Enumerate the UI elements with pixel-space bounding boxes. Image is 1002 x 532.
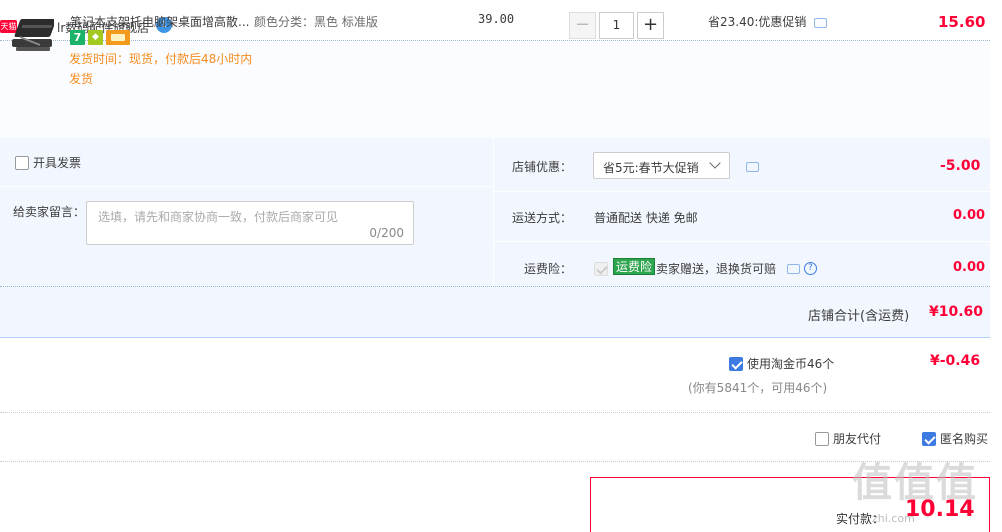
discount-info-icon[interactable] bbox=[814, 17, 828, 28]
section-divider bbox=[0, 461, 990, 462]
invoice-option[interactable]: 开具发票 bbox=[15, 154, 81, 171]
anonymous-checkbox[interactable] bbox=[922, 431, 936, 446]
anonymous-purchase-option[interactable]: 匿名购买 bbox=[922, 430, 988, 447]
payment-label: 实付款： bbox=[836, 512, 885, 526]
coins-checkbox[interactable] bbox=[729, 356, 743, 371]
unit-price: 39.00 bbox=[478, 12, 515, 26]
taobao-coins-option[interactable]: 使用淘金币46个 bbox=[729, 355, 834, 372]
anonymous-label: 匿名购买 bbox=[940, 432, 989, 446]
help-question-icon[interactable]: ? bbox=[803, 262, 817, 275]
warranty-icon[interactable]: ◆ bbox=[88, 30, 103, 45]
insurance-amount: 0.00 bbox=[953, 260, 986, 275]
friend-pay-label: 朋友代付 bbox=[833, 432, 882, 446]
quantity-increase-button[interactable]: + bbox=[637, 12, 664, 39]
shop-discount-label: 店铺优惠： bbox=[511, 160, 572, 174]
shop-discount-info-icon[interactable] bbox=[746, 159, 759, 173]
panel-row-divider bbox=[494, 191, 990, 192]
memo-placeholder: 选填，请先和商家协商一致，付款后商家可见 bbox=[98, 210, 339, 224]
panel-row-divider bbox=[0, 186, 493, 187]
insurance-tag: 运费险 bbox=[613, 258, 656, 275]
shop-total-amount: ¥10.60 bbox=[929, 304, 984, 320]
product-sku: 颜色分类：黑色 标准版 bbox=[254, 15, 378, 29]
section-divider bbox=[0, 412, 990, 413]
friend-pay-option[interactable]: 朋友代付 bbox=[815, 430, 881, 447]
insurance-icons: ? bbox=[787, 261, 817, 275]
item-subtotal: 15.60 bbox=[938, 13, 986, 31]
service-icons: 7 ◆ bbox=[70, 30, 133, 46]
item-discount-text: 省23.40:优惠促销 bbox=[708, 15, 807, 29]
quantity-decrease-button[interactable]: − bbox=[569, 12, 596, 39]
product-thumbnail[interactable] bbox=[10, 15, 56, 59]
shop-discount-select[interactable]: 省5元:春节大促销 bbox=[593, 152, 730, 179]
shipping-method: 普通配送 快递 免邮 bbox=[594, 211, 698, 225]
insurance-chat-icon[interactable] bbox=[787, 263, 800, 274]
seller-memo-textarea[interactable]: 选填，请先和商家协商一致，付款后商家可见 0/200 bbox=[86, 201, 414, 245]
card-payment-icon[interactable] bbox=[106, 30, 130, 45]
coins-label: 使用淘金币46个 bbox=[747, 357, 835, 371]
seven-day-return-icon[interactable]: 7 bbox=[70, 30, 85, 45]
invoice-checkbox[interactable] bbox=[15, 155, 29, 170]
shop-discount-value: 省5元:春节大促销 bbox=[603, 161, 699, 175]
shop-total-label: 店铺合计(含运费) bbox=[808, 309, 910, 324]
memo-label: 给卖家留言： bbox=[13, 205, 86, 219]
chevron-down-icon bbox=[709, 157, 721, 169]
coins-hint: (你有5841个，可用46个) bbox=[688, 381, 828, 395]
item-discount: 省23.40:优惠促销 bbox=[708, 13, 828, 30]
insurance-checkbox bbox=[594, 261, 608, 276]
payment-amount: 10.14 bbox=[905, 497, 975, 522]
invoice-label: 开具发票 bbox=[33, 156, 82, 170]
quantity-input[interactable]: 1 bbox=[599, 12, 634, 39]
page-scrollbar-track[interactable] bbox=[990, 0, 1002, 532]
coins-amount: ¥-0.46 bbox=[930, 353, 981, 369]
shipping-label: 运送方式： bbox=[511, 211, 572, 225]
memo-char-count: 0/200 bbox=[369, 226, 404, 240]
panel-row-divider bbox=[494, 241, 990, 242]
product-title-link[interactable]: 笔记本支架托电脑架桌面增高散... bbox=[70, 13, 250, 30]
insurance-label: 运费险： bbox=[523, 262, 572, 276]
insurance-text: 卖家赠送，退换货可赔 bbox=[656, 262, 777, 276]
friend-pay-checkbox[interactable] bbox=[815, 431, 829, 446]
delivery-time: 发货时间：现货，付款后48小时内发货 bbox=[69, 52, 253, 86]
shipping-amount: 0.00 bbox=[953, 208, 986, 223]
shop-discount-amount: -5.00 bbox=[940, 158, 981, 174]
